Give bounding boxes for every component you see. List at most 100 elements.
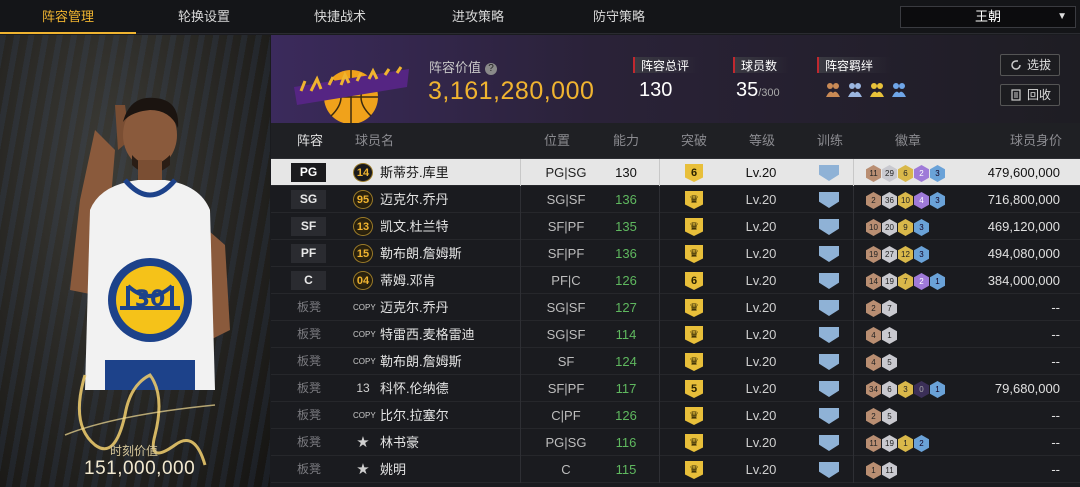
table-row[interactable]: 板凳 ★ 林书豪 PG|SG 116 ♛ Lv.20 11 19 1 2 -- bbox=[271, 429, 1080, 456]
badge-list[interactable]: 34 6 3 0 1 bbox=[866, 380, 946, 398]
badge-list[interactable]: 45 bbox=[866, 353, 898, 371]
col-badges[interactable]: 徽章 bbox=[895, 123, 921, 159]
col-value[interactable]: 球员身价 bbox=[1010, 123, 1062, 159]
badge-count: 3 bbox=[930, 192, 945, 209]
col-level[interactable]: 等级 bbox=[749, 123, 775, 159]
table-row[interactable]: SG 95 迈克尔.乔丹 SG|SF 136 ♛ Lv.20 2 36 10 4 3 716,800,0… bbox=[271, 186, 1080, 213]
tab-rotation[interactable]: 轮换设置 bbox=[136, 0, 272, 34]
roster-table-body: PG 14 斯蒂芬.库里 PG|SG 130 6 Lv.20 11 29 6 2 3 479,600,0… bbox=[271, 159, 1080, 487]
badge-list[interactable]: 19 27 12 3 bbox=[866, 245, 930, 263]
refresh-icon bbox=[1011, 60, 1021, 70]
slot-badge: SF bbox=[291, 217, 326, 236]
recycle-button[interactable]: 回收 bbox=[1000, 84, 1060, 106]
player-name[interactable]: 勒布朗.詹姆斯 bbox=[380, 240, 462, 267]
badge-list[interactable]: 41 bbox=[866, 326, 898, 344]
player-overall: 117 bbox=[615, 381, 637, 396]
player-value: -- bbox=[1051, 300, 1060, 315]
player-name[interactable]: 林书豪 bbox=[380, 429, 419, 456]
col-overall[interactable]: 能力 bbox=[613, 123, 639, 159]
tab-lineup[interactable]: 阵容管理 bbox=[0, 0, 136, 34]
col-name[interactable]: 球员名 bbox=[355, 123, 394, 159]
player-name[interactable]: 勒布朗.詹姆斯 bbox=[380, 348, 462, 375]
bond-icon-1[interactable] bbox=[824, 81, 842, 99]
team-bond-label: 阵容羁绊 bbox=[817, 57, 891, 73]
player-name[interactable]: 姚明 bbox=[380, 456, 406, 483]
badge-count: 12 bbox=[898, 246, 913, 263]
table-row[interactable]: SF 13 凯文.杜兰特 SF|PF 135 ♛ Lv.20 10 20 9 3 469,120,00… bbox=[271, 213, 1080, 240]
bond-icon-2[interactable] bbox=[846, 81, 864, 99]
badge-count: 29 bbox=[882, 165, 897, 182]
breakthrough-level: 6 bbox=[685, 164, 703, 182]
table-row[interactable]: C 04 蒂姆.邓肯 PF|C 126 6 Lv.20 14 19 7 2 1 384,000,000 bbox=[271, 267, 1080, 294]
shield-icon[interactable] bbox=[819, 408, 839, 424]
shield-icon[interactable] bbox=[819, 219, 839, 235]
bond-icon-4[interactable] bbox=[890, 81, 908, 99]
shield-icon[interactable] bbox=[819, 192, 839, 208]
player-name[interactable]: 比尔.拉塞尔 bbox=[380, 402, 449, 429]
player-name[interactable]: 迈克尔.乔丹 bbox=[380, 294, 449, 321]
badge-count: 20 bbox=[882, 219, 897, 236]
player-overall: 136 bbox=[615, 192, 637, 207]
divider bbox=[853, 294, 854, 321]
shield-icon[interactable] bbox=[819, 327, 839, 343]
slot-badge: SG bbox=[291, 190, 326, 209]
bond-icon-3[interactable] bbox=[868, 81, 886, 99]
badge-list[interactable]: 1 11 bbox=[866, 461, 898, 479]
tab-offense[interactable]: 进攻策略 bbox=[410, 0, 546, 34]
player-overall: 130 bbox=[615, 165, 637, 180]
badge-count: 11 bbox=[866, 435, 881, 452]
team-select-dropdown[interactable]: 王朝 ▼ bbox=[900, 6, 1076, 28]
table-row[interactable]: 板凳 COPY 勒布朗.詹姆斯 SF 124 ♛ Lv.20 4 5 -- bbox=[271, 348, 1080, 375]
tab-quick-tactics[interactable]: 快捷战术 bbox=[272, 0, 408, 34]
badge-list[interactable]: 11 29 6 2 3 bbox=[866, 164, 946, 182]
player-overall: 114 bbox=[615, 327, 637, 342]
player-name[interactable]: 迈克尔.乔丹 bbox=[380, 186, 449, 213]
table-row[interactable]: 板凳 COPY 迈克尔.乔丹 SG|SF 127 ♛ Lv.20 2 7 -- bbox=[271, 294, 1080, 321]
shield-icon[interactable] bbox=[819, 354, 839, 370]
player-name[interactable]: 科怀.伦纳德 bbox=[380, 375, 449, 402]
shield-icon[interactable] bbox=[819, 273, 839, 289]
badge-count: 19 bbox=[866, 246, 881, 263]
shield-icon[interactable] bbox=[819, 462, 839, 478]
badge-list[interactable]: 25 bbox=[866, 407, 898, 425]
recycle-icon bbox=[1011, 89, 1021, 101]
divider bbox=[853, 267, 854, 294]
question-icon[interactable]: ? bbox=[485, 62, 498, 75]
shield-icon[interactable] bbox=[819, 246, 839, 262]
badge-count: 2 bbox=[914, 165, 929, 182]
table-row[interactable]: 板凳 13 科怀.伦纳德 SF|PF 117 5 Lv.20 34 6 3 0 1 79,680,000 bbox=[271, 375, 1080, 402]
select-button[interactable]: 选拔 bbox=[1000, 54, 1060, 76]
badge-count: 7 bbox=[882, 300, 897, 317]
player-card[interactable]: 30 时刻价值 151,000,000 bbox=[0, 35, 270, 487]
shield-icon[interactable] bbox=[819, 435, 839, 451]
player-name[interactable]: 特雷西.麦格雷迪 bbox=[380, 321, 475, 348]
table-row[interactable]: 板凳 COPY 比尔.拉塞尔 C|PF 126 ♛ Lv.20 2 5 -- bbox=[271, 402, 1080, 429]
player-value: 494,080,000 bbox=[987, 246, 1060, 261]
table-row[interactable]: 板凳 ★ 姚明 C 115 ♛ Lv.20 1 11 -- bbox=[271, 456, 1080, 483]
badge-list[interactable]: 10 20 9 3 bbox=[866, 218, 930, 236]
table-row[interactable]: 板凳 COPY 特雷西.麦格雷迪 SG|SF 114 ♛ Lv.20 4 1 -- bbox=[271, 321, 1080, 348]
jersey-number: 04 bbox=[353, 271, 373, 290]
col-position[interactable]: 位置 bbox=[544, 123, 570, 159]
shield-icon[interactable] bbox=[819, 300, 839, 316]
badge-list[interactable]: 2 36 10 4 3 bbox=[866, 191, 946, 209]
col-breakthrough[interactable]: 突破 bbox=[681, 123, 707, 159]
player-name[interactable]: 斯蒂芬.库里 bbox=[380, 159, 449, 186]
player-name[interactable]: 凯文.杜兰特 bbox=[380, 213, 449, 240]
jersey-number: 15 bbox=[353, 244, 373, 263]
slot-badge: C bbox=[291, 271, 326, 290]
col-slot[interactable]: 阵容 bbox=[297, 123, 323, 159]
shield-icon[interactable] bbox=[819, 165, 839, 181]
tab-defense[interactable]: 防守策略 bbox=[551, 0, 687, 34]
badge-list[interactable]: 14 19 7 2 1 bbox=[866, 272, 946, 290]
table-row[interactable]: PF 15 勒布朗.詹姆斯 SF|PF 136 ♛ Lv.20 19 27 12 3 494,080,… bbox=[271, 240, 1080, 267]
shield-icon[interactable] bbox=[819, 381, 839, 397]
badge-list[interactable]: 27 bbox=[866, 299, 898, 317]
badge-count: 2 bbox=[866, 192, 881, 209]
badge-count: 11 bbox=[866, 165, 881, 182]
badge-list[interactable]: 11 19 1 2 bbox=[866, 434, 930, 452]
player-name[interactable]: 蒂姆.邓肯 bbox=[380, 267, 436, 294]
table-row[interactable]: PG 14 斯蒂芬.库里 PG|SG 130 6 Lv.20 11 29 6 2 3 479,600,0… bbox=[271, 159, 1080, 186]
col-training[interactable]: 训练 bbox=[817, 123, 843, 159]
crown-icon: ♛ bbox=[685, 461, 703, 479]
